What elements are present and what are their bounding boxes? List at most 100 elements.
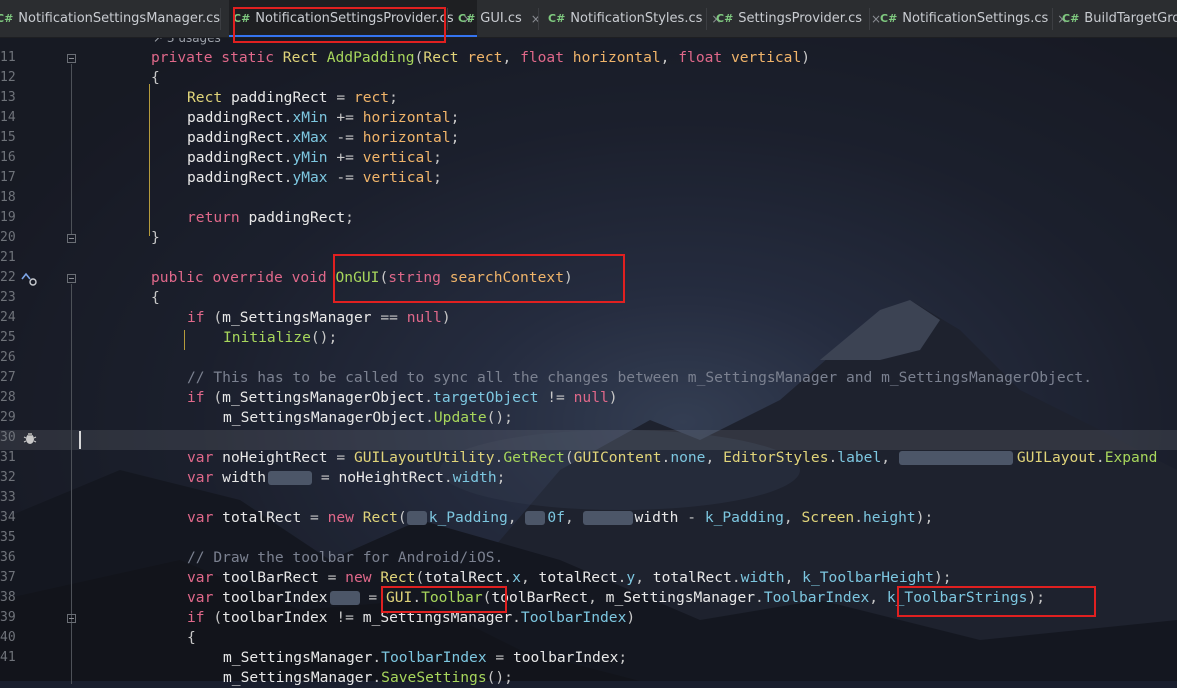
code-token: var	[187, 509, 223, 526]
code-token: new	[345, 569, 381, 586]
tab-label: BuildTargetGroupExtensions.cs	[1084, 11, 1177, 26]
code-token: Rect	[380, 569, 416, 586]
code-token: ==	[371, 309, 407, 326]
code-token: ,	[881, 449, 899, 466]
editor-tab-bar: C# NotificationSettingsManager.cs × C# N…	[0, 0, 1177, 38]
tab-build-target-group-extensions[interactable]: C# BuildTargetGroupExtensions.cs	[1062, 0, 1177, 37]
debug-bug-icon[interactable]	[22, 430, 38, 449]
code-token: =	[327, 449, 354, 466]
code-line: {	[151, 288, 160, 308]
code-line: Initialize();	[223, 328, 337, 348]
annotation-box-toolbar-strings	[897, 586, 1096, 617]
csharp-file-icon: C#	[1062, 12, 1080, 25]
tab-notification-settings[interactable]: C# NotificationSettings.cs ×	[880, 0, 1067, 37]
code-token: =	[301, 509, 328, 526]
tab-gui[interactable]: C# GUI.cs ×	[458, 0, 541, 37]
code-token: (	[397, 509, 407, 526]
code-token: width	[634, 509, 679, 526]
code-token: ,	[705, 449, 724, 466]
code-token: ,	[660, 49, 679, 66]
code-token: ,	[635, 569, 653, 586]
code-token: horizontal	[362, 129, 451, 146]
tab-notification-settings-manager[interactable]: C# NotificationSettingsManager.cs ×	[0, 0, 239, 37]
code-token: .	[503, 569, 513, 586]
code-token: +=	[327, 149, 363, 166]
code-token: xMin	[292, 109, 328, 126]
code-line: m_SettingsManager.SaveSettings();	[223, 668, 513, 688]
code-token: public override void	[151, 269, 336, 286]
code-token: .	[425, 409, 434, 426]
code-token: ;	[433, 149, 442, 166]
csharp-file-icon: C#	[716, 12, 734, 25]
tab-label: NotificationSettingsManager.cs	[18, 11, 221, 26]
code-token: var	[187, 569, 223, 586]
code-line: m_SettingsManagerObject.Update();	[223, 408, 513, 428]
code-line: // This has to be called to sync all the…	[187, 368, 1092, 388]
parameter-hint-blur	[525, 511, 546, 525]
code-token: ,	[869, 589, 887, 606]
tab-notification-styles[interactable]: C# NotificationStyles.cs ×	[548, 0, 721, 37]
code-token: ;	[496, 469, 506, 486]
code-token: ;	[450, 109, 460, 126]
code-token: if	[187, 389, 214, 406]
code-token: width	[452, 469, 497, 486]
code-token: width	[222, 469, 267, 486]
code-token: .	[372, 649, 382, 666]
code-token: k_ToolbarHeight	[802, 569, 934, 586]
code-comment: // This has to be called to sync all the…	[187, 369, 1092, 386]
code-token: ToolbarIndex	[520, 609, 627, 626]
csharp-file-icon: C#	[880, 12, 898, 25]
code-token: m_SettingsManager	[605, 589, 756, 606]
code-comment: // Draw the toolbar for Android/iOS.	[187, 549, 504, 566]
code-token: ();	[486, 409, 513, 426]
code-token: }	[151, 229, 160, 246]
csharp-file-icon: C#	[0, 12, 14, 25]
code-token: height	[862, 509, 916, 526]
code-token: Initialize	[223, 329, 311, 346]
code-token: .	[372, 669, 382, 686]
code-token: GUIContent	[573, 449, 662, 466]
code-token: var	[187, 589, 223, 606]
code-token: ,	[564, 509, 583, 526]
code-token: var	[187, 469, 223, 486]
code-token: none	[670, 449, 706, 466]
tab-label: SettingsProvider.cs	[738, 11, 862, 26]
code-token: GUILayout	[1016, 449, 1096, 466]
code-token: )	[608, 389, 618, 406]
code-token: horizontal	[572, 49, 661, 66]
code-editor[interactable]: private static Rect AddPadding(Rect rect…	[0, 37, 1177, 686]
parameter-hint-blur	[582, 511, 633, 525]
code-token: ();	[486, 669, 513, 686]
code-token: ,	[507, 509, 526, 526]
code-token: vertical	[362, 149, 434, 166]
code-token: (	[564, 449, 574, 466]
code-line: {	[187, 628, 196, 648]
code-token: 0f	[547, 509, 565, 526]
code-token: (	[213, 309, 223, 326]
code-token: targetObject	[433, 389, 539, 406]
override-method-icon[interactable]	[20, 270, 40, 291]
code-token: ,	[783, 509, 802, 526]
code-token: AddPadding	[326, 49, 415, 66]
code-token: (	[213, 609, 223, 626]
tab-label: GUI.cs	[480, 11, 522, 26]
code-token: if	[187, 309, 214, 326]
code-line: var noHeightRect = GUILayoutUtility. GetR…	[187, 448, 1157, 468]
code-token: m_SettingsManagerObject	[223, 409, 426, 426]
code-token: );	[933, 569, 952, 586]
code-token: .	[443, 469, 453, 486]
close-icon[interactable]: ×	[531, 12, 541, 26]
code-token: +=	[327, 109, 363, 126]
code-token: m_SettingsManager	[222, 309, 372, 326]
code-token: ();	[310, 329, 338, 346]
tab-settings-provider[interactable]: C# SettingsProvider.cs ×	[716, 0, 881, 37]
code-token: )	[801, 49, 811, 66]
code-token: if	[187, 609, 214, 626]
code-token: !=	[327, 609, 363, 626]
code-token: y	[626, 569, 636, 586]
code-token: new	[327, 509, 363, 526]
csharp-file-icon: C#	[458, 12, 476, 25]
code-token: Rect	[423, 49, 468, 66]
code-line: private static Rect AddPadding(Rect rect…	[151, 48, 810, 68]
code-token: Rect	[282, 49, 327, 66]
